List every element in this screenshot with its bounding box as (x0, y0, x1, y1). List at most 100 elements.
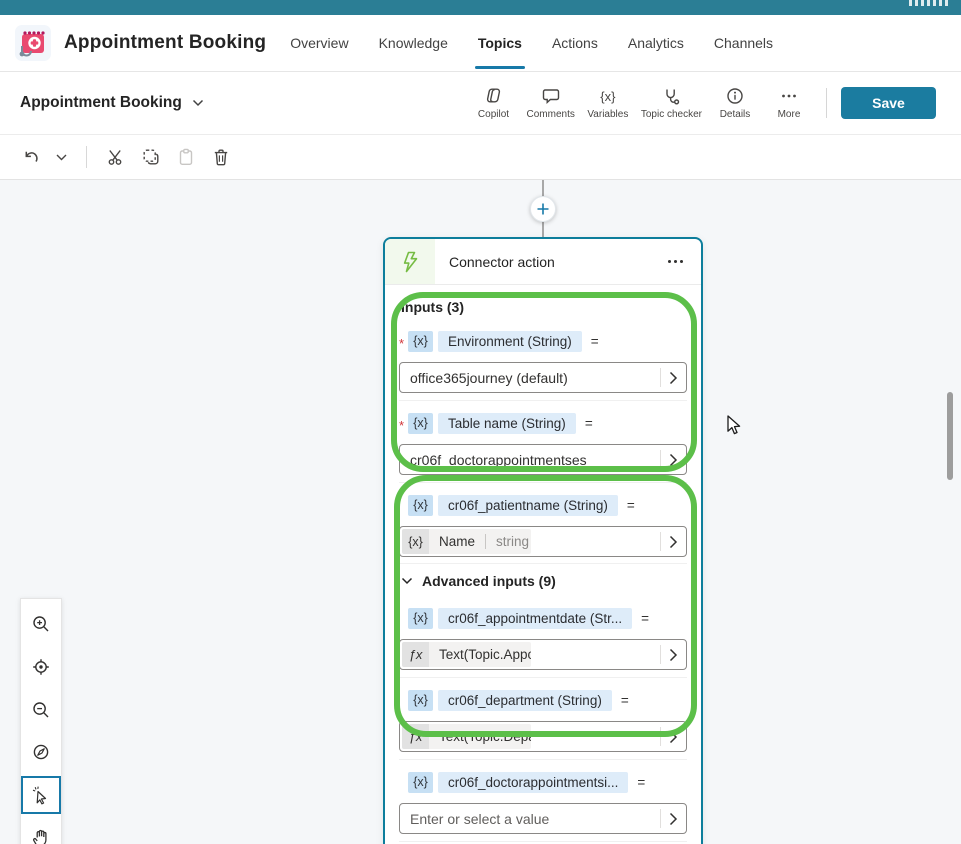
authoring-canvas[interactable]: Connector action Inputs (3) * {x} Enviro… (0, 180, 961, 844)
mouse-cursor (727, 415, 743, 437)
pan-tool-button[interactable] (22, 818, 60, 844)
copilot-button[interactable]: Copilot (467, 82, 521, 124)
undo-icon (22, 148, 41, 167)
comments-button[interactable]: Comments (521, 82, 581, 124)
nav-knowledge[interactable]: Knowledge (379, 15, 448, 71)
field-patientname: {x} cr06f_patientname (String) = {x} Nam… (399, 482, 687, 557)
zoom-out-button[interactable] (22, 690, 60, 729)
param-name-pill: cr06f_department (String) (438, 690, 612, 711)
doctorappointmentsid-input[interactable]: Enter or select a value (399, 803, 687, 834)
truncated-banner-text (909, 0, 949, 6)
undo-menu-button[interactable] (56, 154, 67, 161)
chevron-right-icon (669, 648, 678, 662)
open-value-picker[interactable] (660, 722, 686, 751)
nav-analytics[interactable]: Analytics (628, 15, 684, 71)
param-row: * {x} Table name (String) = (399, 408, 687, 438)
app-title: Appointment Booking (64, 32, 266, 54)
nav-actions[interactable]: Actions (552, 15, 598, 71)
cut-button[interactable] (106, 147, 126, 167)
equals-sign: = (621, 693, 629, 708)
appointmentdate-input[interactable]: ƒx Text(Topic.AppointmentDate) (399, 639, 687, 670)
delete-button[interactable] (211, 147, 231, 167)
comments-icon (541, 86, 561, 106)
department-input[interactable]: ƒx Text(Topic.Department) (399, 721, 687, 752)
param-name-pill: Table name (String) (438, 413, 576, 434)
field-environment: * {x} Environment (String) = office365jo… (399, 319, 687, 393)
topic-name: Appointment Booking (20, 94, 182, 112)
zoom-in-icon (31, 614, 51, 634)
param-row: {x} cr06f_appointmentdate (Str... = (399, 603, 687, 633)
connector-action-node[interactable]: Connector action Inputs (3) * {x} Enviro… (383, 237, 703, 844)
add-node-button[interactable] (530, 196, 556, 222)
topic-checker-button[interactable]: Topic checker (635, 82, 708, 124)
open-value-picker[interactable] (660, 527, 686, 556)
copy-icon (141, 147, 161, 167)
topic-tools: Copilot Comments Variables Topic checker (467, 82, 817, 124)
formula-text: Text(Topic.Department) (439, 729, 531, 744)
details-icon (725, 86, 745, 106)
scrollbar-thumb[interactable] (947, 392, 953, 480)
zoom-in-button[interactable] (22, 605, 60, 644)
node-more-button[interactable] (664, 256, 687, 267)
reset-view-button[interactable] (22, 648, 60, 687)
center-target-icon (31, 657, 51, 677)
copilot-icon (484, 86, 504, 106)
canvas-tools (20, 598, 62, 844)
chevron-down-icon (401, 577, 413, 585)
topic-name-dropdown[interactable]: Appointment Booking (20, 94, 204, 112)
environment-banner (0, 0, 961, 15)
cursor-sparkle-icon (31, 785, 51, 805)
formula-icon: ƒx (402, 642, 429, 667)
advanced-inputs-toggle[interactable]: Advanced inputs (9) (399, 563, 687, 596)
equals-sign: = (585, 416, 593, 431)
variables-icon (600, 86, 615, 106)
param-name-pill: cr06f_appointmentdate (Str... (438, 608, 632, 629)
nav-overview[interactable]: Overview (290, 15, 348, 71)
required-asterisk: * (399, 418, 408, 433)
variable-name: Name (439, 534, 475, 549)
field-doctorappointmentsid: {x} cr06f_doctorappointmentsi... = Enter… (399, 759, 687, 834)
copilot-studio-app: Appointment Booking Overview Knowledge T… (0, 0, 961, 844)
select-tool-button[interactable] (21, 776, 61, 815)
chevron-right-icon (669, 535, 678, 549)
copy-button[interactable] (141, 147, 161, 167)
field-table-name: * {x} Table name (String) = cr06f_doctor… (399, 400, 687, 475)
more-button[interactable]: More (762, 82, 816, 124)
variable-type-badge: {x} (408, 413, 433, 434)
environment-input[interactable]: office365journey (default) (399, 362, 687, 393)
open-value-picker[interactable] (660, 640, 686, 669)
paste-button[interactable] (176, 147, 196, 167)
more-icon (779, 86, 799, 106)
formula-icon: ƒx (402, 724, 429, 749)
trash-icon (211, 147, 231, 167)
field-appointmentdate: {x} cr06f_appointmentdate (Str... = ƒx T… (399, 596, 687, 670)
nav-channels[interactable]: Channels (714, 15, 773, 71)
patientname-input[interactable]: {x} Name string (399, 526, 687, 557)
formula-chip[interactable]: ƒx Text(Topic.AppointmentDate) (402, 642, 531, 667)
node-header[interactable]: Connector action (385, 239, 701, 285)
variable-type-badge: {x} (408, 772, 433, 793)
variable-type: string (496, 534, 529, 549)
save-button[interactable]: Save (841, 87, 936, 119)
table-name-input[interactable]: cr06f_doctorappointmentses (399, 444, 687, 475)
undo-button[interactable] (22, 148, 41, 167)
open-value-picker[interactable] (660, 445, 686, 474)
nav-topics[interactable]: Topics (478, 15, 522, 71)
param-name-pill: Environment (String) (438, 331, 582, 352)
open-value-picker[interactable] (660, 804, 686, 833)
variables-button[interactable]: Variables (581, 82, 635, 124)
details-button[interactable]: Details (708, 82, 762, 124)
formula-chip[interactable]: ƒx Text(Topic.Department) (402, 724, 531, 749)
variable-chip[interactable]: {x} Name string (402, 529, 531, 554)
variable-type-badge: {x} (408, 608, 433, 629)
edit-toolbar (0, 135, 961, 180)
equals-sign: = (627, 498, 635, 513)
node-title: Connector action (449, 254, 555, 270)
open-value-picker[interactable] (660, 363, 686, 392)
canvas-scrollbar (946, 185, 953, 840)
minimap-button[interactable] (22, 733, 60, 772)
formula-text: Text(Topic.AppointmentDate) (439, 647, 531, 662)
chevron-down-icon (56, 154, 67, 161)
chevron-right-icon (669, 730, 678, 744)
node-body: Inputs (3) * {x} Environment (String) = … (385, 285, 701, 844)
